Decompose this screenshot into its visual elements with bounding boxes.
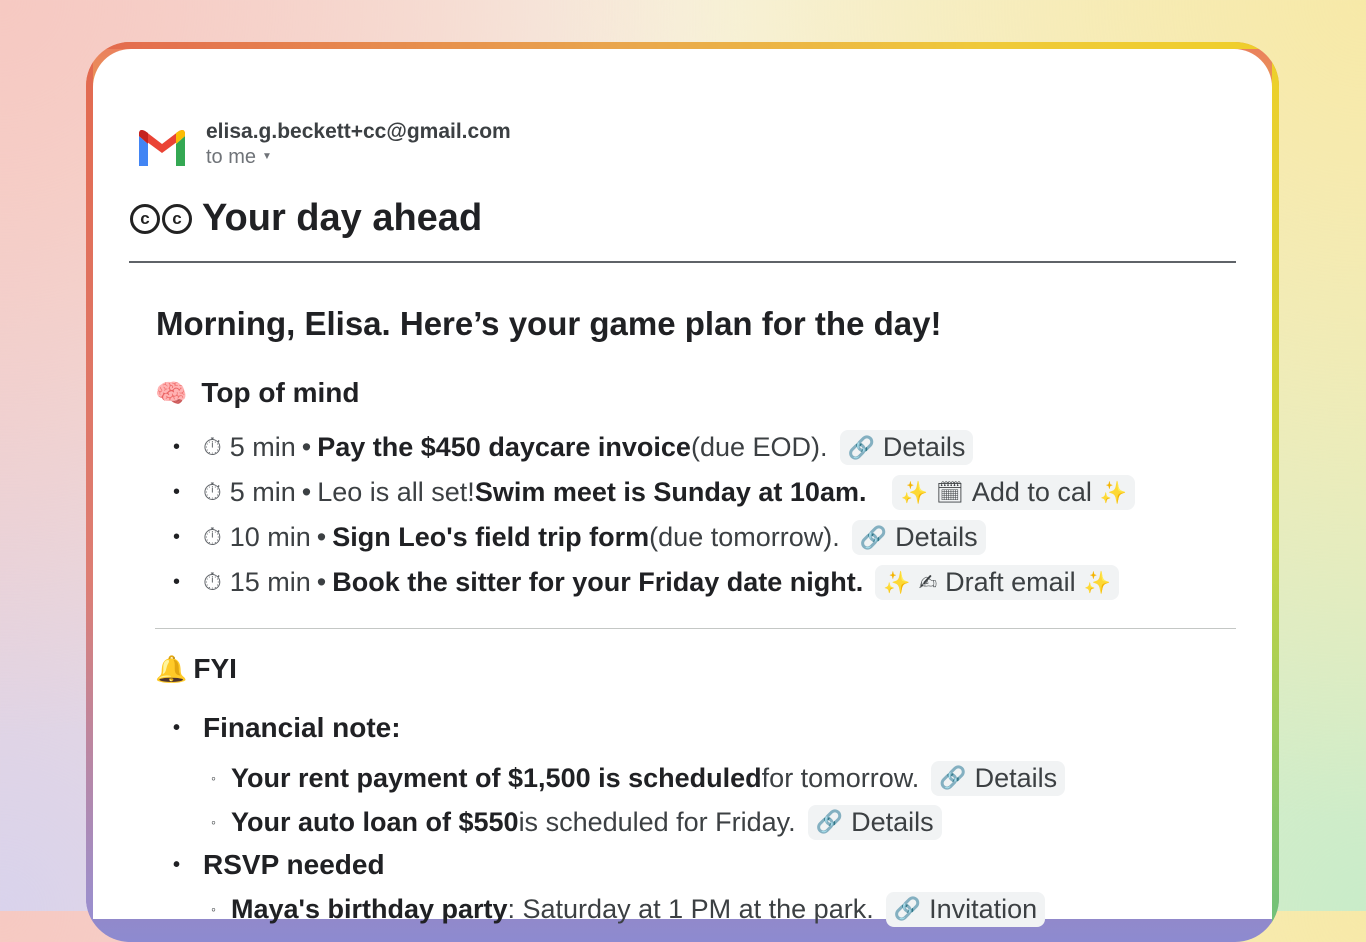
details-chip[interactable]: 🔗 Details <box>807 804 942 840</box>
list-item: ◦ Your auto loan of $550 is scheduled fo… <box>211 800 1065 844</box>
sub-bullet: ◦ <box>211 770 216 786</box>
bullet: • <box>173 853 181 876</box>
draft-email-chip[interactable]: ✨ ✍ Draft email ✨ <box>875 565 1120 600</box>
link-icon: 🔗 <box>815 809 844 834</box>
fyi-heading: 🔔 FYI <box>155 653 237 685</box>
recipient-dropdown[interactable]: to me ▼ <box>206 145 511 169</box>
bell-icon: 🔔 <box>155 653 188 684</box>
list-item: • ⏱ 5 min • Leo is all set! Swim meet is… <box>173 470 1136 515</box>
time-estimate: 15 min <box>229 567 311 597</box>
chip-label: Details <box>851 806 934 837</box>
greeting: Morning, Elisa. Here’s your game plan fo… <box>156 305 942 342</box>
section-divider <box>155 628 1236 629</box>
chip-label: Details <box>974 762 1058 793</box>
invitation-chip[interactable]: 🔗 Invitation <box>885 891 1046 927</box>
link-icon: 🔗 <box>859 524 888 550</box>
chip-label: Add to cal <box>971 477 1092 507</box>
bullet: • <box>173 436 181 458</box>
bullet: • <box>173 571 181 593</box>
financial-text: Your auto loan of $550 <box>231 806 519 837</box>
sparkle-icon: ✨ <box>900 479 928 505</box>
task-text: Sign Leo's field trip form <box>332 522 650 552</box>
list-item: • ⏱ 5 min • Pay the $450 daycare invoice… <box>173 425 1135 470</box>
task-note: (due tomorrow). <box>649 522 840 552</box>
list-item: ◦ Maya's birthday party : Saturday at 1 … <box>211 887 1046 931</box>
writing-hand-icon: ✍ <box>918 569 938 595</box>
divider <box>129 261 1236 263</box>
bullet: • <box>173 481 181 503</box>
list-item: • ⏱ 10 min • Sign Leo's field trip form … <box>173 515 1135 560</box>
list-item: ◦ Your rent payment of $1,500 is schedul… <box>211 756 1066 800</box>
bullet: • <box>173 716 181 739</box>
email-subject: Your day ahead <box>202 197 483 239</box>
email-card: elisa.g.beckett+cc@gmail.com to me ▼ cc … <box>93 49 1272 927</box>
brain-icon: 🧠 <box>155 377 188 408</box>
top-of-mind-list: • ⏱ 5 min • Pay the $450 daycare invoice… <box>173 425 1136 605</box>
bullet: • <box>173 526 181 548</box>
chip-label: Details <box>882 432 966 462</box>
separator: • <box>301 477 312 507</box>
sub-bullet: ◦ <box>211 901 216 917</box>
calendar-icon: 🗓 <box>935 479 964 505</box>
task-text: Book the sitter for your Friday date nig… <box>332 567 864 597</box>
gmail-logo-icon <box>139 130 185 166</box>
stopwatch-icon: ⏱ <box>203 433 222 461</box>
financial-note-label: Financial note: <box>203 712 401 743</box>
task-text: Pay the $450 daycare invoice <box>317 432 691 462</box>
link-icon: 🔗 <box>893 896 922 921</box>
financial-note: is scheduled for Friday. <box>518 806 796 837</box>
list-item: • ⏱ 15 min • Book the sitter for your Fr… <box>173 560 1135 605</box>
stopwatch-icon: ⏱ <box>203 478 222 506</box>
email-header: elisa.g.beckett+cc@gmail.com to me ▼ <box>136 119 511 169</box>
details-chip[interactable]: 🔗 Details <box>851 520 986 555</box>
chip-label: Draft email <box>945 567 1076 597</box>
task-text: Swim meet is Sunday at 10am. <box>474 477 867 507</box>
link-icon: 🔗 <box>847 434 875 460</box>
time-estimate: 10 min <box>229 522 311 552</box>
details-chip[interactable]: 🔗 Details <box>839 430 974 465</box>
top-of-mind-heading: 🧠 Top of mind <box>155 377 359 409</box>
link-icon: 🔗 <box>939 765 967 790</box>
financial-list: ◦ Your rent payment of $1,500 is schedul… <box>211 756 1066 844</box>
rsvp-details: : Saturday at 1 PM at the park. <box>507 893 874 924</box>
cc-logo-icon: cc <box>130 203 192 234</box>
add-to-cal-chip[interactable]: ✨ 🗓 Add to cal ✨ <box>892 475 1136 510</box>
recipient-label: to me <box>206 146 257 168</box>
separator: • <box>301 432 312 462</box>
chip-label: Details <box>895 522 978 552</box>
chip-label: Invitation <box>929 893 1038 924</box>
task-prefix: Leo is all set! <box>317 477 475 507</box>
caret-down-icon: ▼ <box>262 151 272 162</box>
sparkle-icon: ✨ <box>1083 569 1112 595</box>
details-chip[interactable]: 🔗 Details <box>931 760 1066 796</box>
rsvp-event: Maya's birthday party <box>231 893 508 924</box>
financial-note-item: • Financial note: <box>173 712 401 744</box>
financial-text: Your rent payment of $1,500 is scheduled <box>231 762 762 793</box>
financial-note: for tomorrow. <box>761 762 920 793</box>
sub-bullet: ◦ <box>211 814 216 830</box>
sparkle-icon: ✨ <box>883 569 911 595</box>
top-of-mind-label: Top of mind <box>201 377 360 408</box>
time-estimate: 5 min <box>229 477 296 507</box>
separator: • <box>316 522 327 552</box>
rsvp-item: • RSVP needed <box>173 849 385 881</box>
rsvp-label: RSVP needed <box>203 849 385 880</box>
rsvp-list: ◦ Maya's birthday party : Saturday at 1 … <box>211 887 1046 931</box>
fyi-label: FYI <box>193 653 237 684</box>
stopwatch-icon: ⏱ <box>203 568 222 596</box>
email-title-row: cc Your day ahead <box>130 197 482 240</box>
task-note: (due EOD). <box>690 432 828 462</box>
sender-email[interactable]: elisa.g.beckett+cc@gmail.com <box>206 119 511 145</box>
separator: • <box>316 567 327 597</box>
stopwatch-icon: ⏱ <box>203 523 222 551</box>
time-estimate: 5 min <box>229 432 296 462</box>
sparkle-icon: ✨ <box>1099 479 1128 505</box>
